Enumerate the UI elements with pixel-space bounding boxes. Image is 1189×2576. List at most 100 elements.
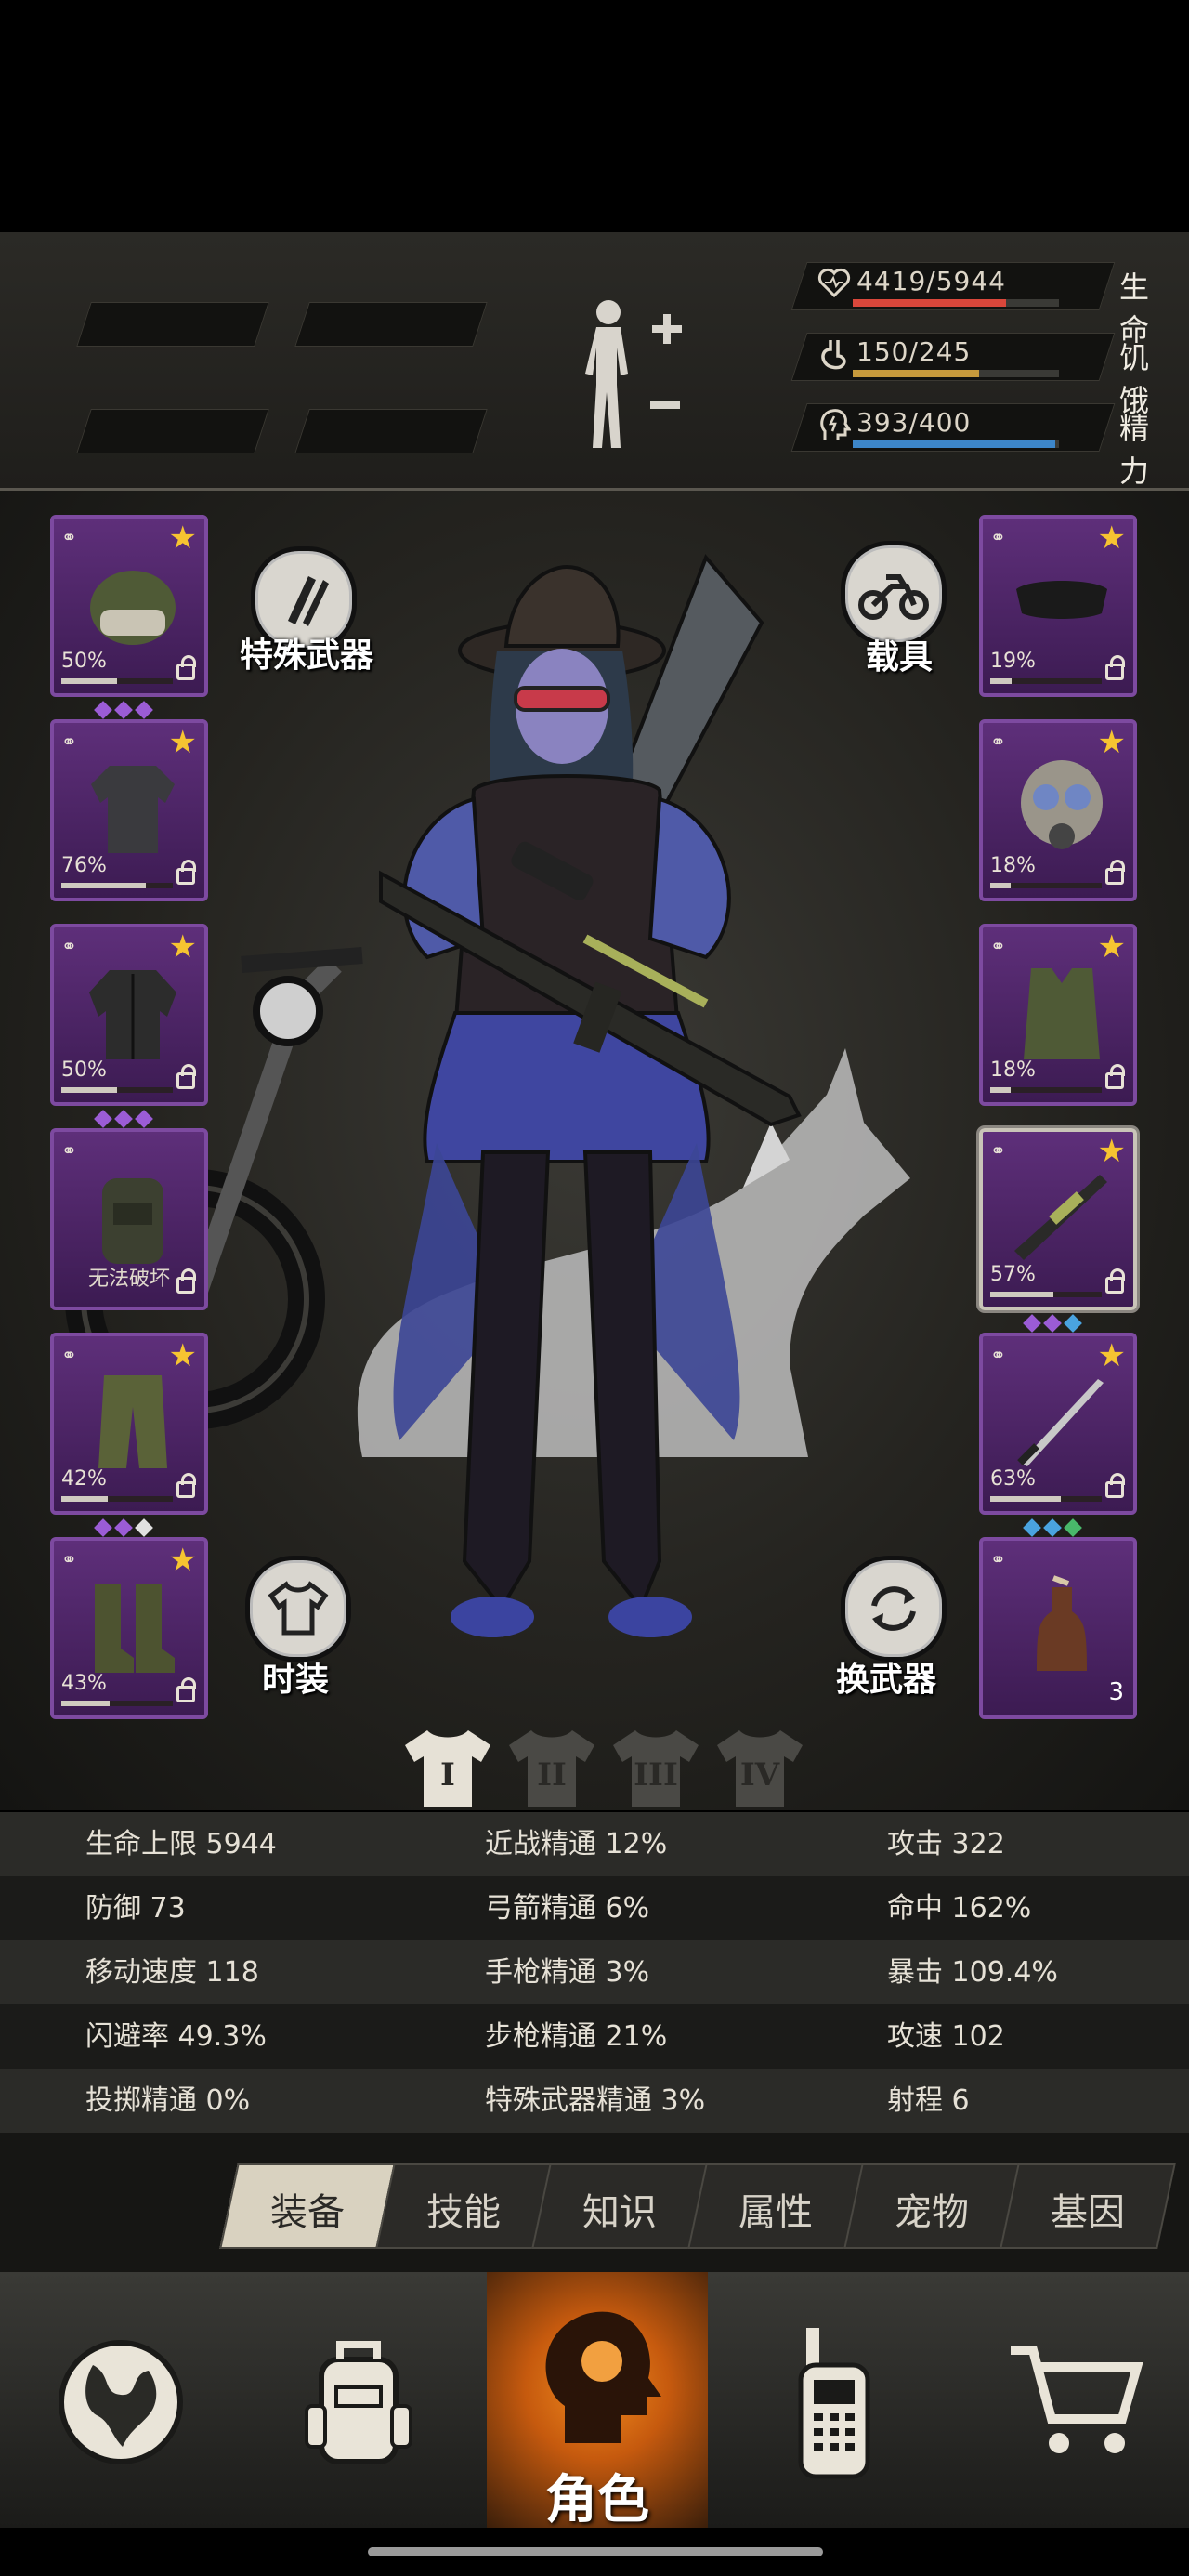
energy-fill (853, 440, 1055, 448)
lock-icon[interactable] (176, 860, 196, 885)
lock-icon[interactable] (1105, 1064, 1125, 1089)
star-icon: ★ (1097, 1133, 1126, 1170)
lock-icon[interactable] (1105, 1473, 1125, 1498)
equipment-slot-backpack[interactable]: ⚭ 无法破坏 (50, 1128, 208, 1310)
nav-world-map[interactable] (0, 2272, 238, 2528)
link-icon: ⚭ (61, 1548, 77, 1571)
shopping-cart-icon (1011, 2346, 1143, 2453)
stat-cell: 攻速 102 (887, 2020, 1005, 2053)
stat-cell: 闪避率 49.3% (85, 2020, 267, 2053)
durability-bar (990, 1087, 1102, 1093)
link-icon: ⚭ (990, 1139, 1006, 1162)
tab-equipment-label[interactable]: 装备 (229, 2182, 386, 2236)
equipment-slot-vest[interactable]: ⚭ ★ 18% (979, 924, 1137, 1106)
nav-character[interactable]: 角色 (487, 2272, 708, 2530)
lock-icon[interactable] (176, 1268, 196, 1294)
hunger-value: 150/245 (856, 336, 972, 367)
stats-row: 防御 73 弓箭精通 6% 命中 162% (0, 1876, 1189, 1940)
equipment-slot-pants[interactable]: ⚭ ★ 42% (50, 1333, 208, 1515)
health-value: 4419/5944 (856, 266, 1006, 296)
durability-bar (990, 1292, 1102, 1297)
preset-tab-4[interactable]: IV (712, 1727, 808, 1810)
backpack-icon (82, 1165, 184, 1268)
tab-pets-label[interactable]: 宠物 (853, 2182, 1011, 2236)
star-icon: ★ (1097, 519, 1126, 557)
nav-radio[interactable] (708, 2272, 953, 2528)
lock-icon[interactable] (1105, 655, 1125, 680)
costume-label[interactable]: 时装 (262, 1652, 329, 1701)
equipment-slot-molotov[interactable]: ⚭ 3 (979, 1537, 1137, 1719)
vehicle-label[interactable]: 载具 (866, 630, 933, 678)
gem-icon (114, 1110, 133, 1128)
lock-icon[interactable] (176, 655, 196, 680)
preset-label: II (537, 1756, 567, 1794)
swap-arrows-icon (871, 1586, 916, 1631)
equipment-slot-jacket[interactable]: ⚭ ★ 50% (50, 924, 208, 1106)
link-icon: ⚭ (990, 730, 1006, 753)
gem-icon (94, 701, 112, 719)
stomach-icon (817, 336, 851, 374)
stat-cell: 近战精通 12% (485, 1828, 668, 1860)
rifle-icon (1011, 1165, 1113, 1268)
durability-percent: 19% (990, 650, 1036, 673)
lock-icon[interactable] (1105, 1268, 1125, 1294)
equipment-slot-boots[interactable]: ⚭ ★ 43% (50, 1537, 208, 1719)
lock-icon[interactable] (176, 1473, 196, 1498)
stat-cell: 暴击 109.4% (887, 1956, 1058, 1989)
pants-icon (82, 1370, 184, 1472)
link-icon: ⚭ (61, 935, 77, 957)
home-indicator[interactable] (368, 2547, 823, 2556)
preset-tab-3[interactable]: III (608, 1727, 704, 1810)
switch-weapon-label[interactable]: 换武器 (836, 1652, 936, 1701)
link-icon: ⚭ (990, 1548, 1006, 1571)
costume-button[interactable] (245, 1556, 351, 1662)
gem-icon (1023, 1518, 1041, 1537)
top-black-area (0, 0, 1189, 232)
preset-tab-2[interactable]: II (503, 1727, 600, 1810)
tab-genes-label[interactable]: 基因 (1009, 2182, 1167, 2236)
equipment-slot-shirt[interactable]: ⚭ ★ 76% (50, 719, 208, 901)
durability-bar (61, 1087, 173, 1093)
tab-skills-label[interactable]: 技能 (385, 2182, 542, 2236)
equipment-slot-goggles[interactable]: ⚭ ★ 19% (979, 515, 1137, 697)
star-icon: ★ (168, 519, 197, 557)
stat-cell: 射程 6 (887, 2084, 970, 2117)
stat-cell: 生命上限 5944 (85, 1828, 277, 1860)
nav-shop[interactable] (953, 2272, 1189, 2528)
tab-knowledge-label[interactable]: 知识 (541, 2182, 699, 2236)
equipment-slot-rifle[interactable]: ⚭ ★ 57% (979, 1128, 1137, 1310)
stat-cell: 特殊武器精通 3% (485, 2084, 706, 2117)
gem-icon (1023, 1314, 1041, 1333)
nav-character-label[interactable]: 角色 (487, 2458, 708, 2533)
gem-icon (135, 1518, 153, 1537)
stat-cell: 移动速度 118 (85, 1956, 259, 1989)
link-icon: ⚭ (61, 1344, 77, 1366)
goggles-icon (1011, 552, 1113, 654)
backpack-icon (305, 2341, 412, 2464)
equipment-scene: ⚭ ★ 50% ⚭ ★ 76% ⚭ ★ 50% ⚭ 无法破坏 ⚭ ★ 42% ⚭ ★ 43% ⚭ ★ 19% ⚭ ★ 18… (0, 491, 1189, 1810)
lock-icon[interactable] (176, 1064, 196, 1089)
body-status-button[interactable] (576, 296, 697, 458)
durability-bar (990, 1496, 1102, 1502)
jacket-icon (82, 961, 184, 1063)
gem-sockets (94, 701, 153, 719)
lock-icon[interactable] (1105, 860, 1125, 885)
equipment-slot-katana[interactable]: ⚭ ★ 63% (979, 1333, 1137, 1515)
special-weapon-label[interactable]: 特殊武器 (240, 628, 373, 677)
gem-sockets (1023, 1518, 1082, 1537)
lock-icon[interactable] (176, 1677, 196, 1702)
switch-weapon-button[interactable] (841, 1556, 947, 1662)
gem-sockets (1023, 1314, 1082, 1333)
durability-percent: 50% (61, 650, 107, 673)
equipment-slot-helmet[interactable]: ⚭ ★ 50% (50, 515, 208, 697)
helmet-icon (82, 552, 184, 654)
durability-bar (61, 1496, 173, 1502)
preset-tab-1[interactable]: I (399, 1727, 496, 1810)
stats-row: 移动速度 118 手枪精通 3% 暴击 109.4% (0, 1940, 1189, 2004)
grenade-pair-icon (288, 576, 329, 626)
equipment-slot-gas-mask[interactable]: ⚭ ★ 18% (979, 719, 1137, 901)
stat-cell: 投掷精通 0% (85, 2084, 251, 2117)
nav-backpack[interactable] (238, 2272, 487, 2528)
tab-attributes-label[interactable]: 属性 (697, 2182, 855, 2236)
durability-bar (990, 678, 1102, 684)
